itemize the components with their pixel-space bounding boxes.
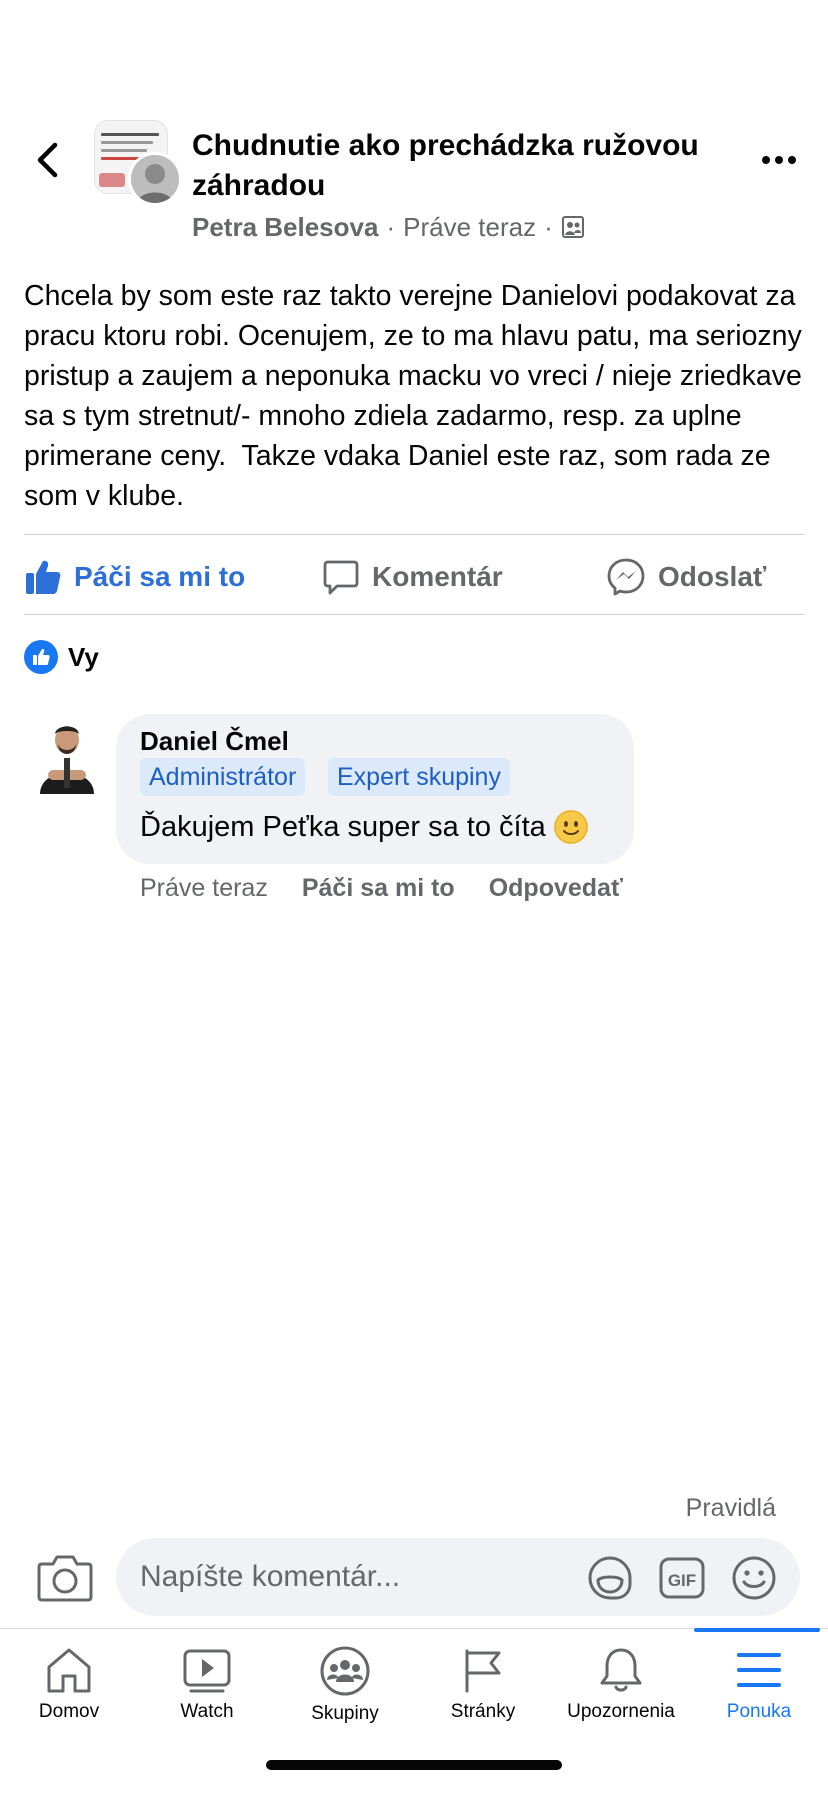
tab-pages[interactable]: Stránky bbox=[414, 1629, 552, 1749]
group-avatar[interactable] bbox=[94, 120, 182, 206]
group-privacy-icon bbox=[561, 216, 584, 238]
post-author[interactable]: Petra Belesova bbox=[192, 210, 378, 244]
meta-separator: · bbox=[544, 212, 553, 242]
emoji-button[interactable] bbox=[730, 1554, 778, 1602]
share-messenger-button[interactable]: Odoslať bbox=[606, 550, 766, 604]
groups-icon bbox=[320, 1646, 370, 1696]
tab-label: Upozornenia bbox=[567, 1701, 675, 1722]
post-time[interactable]: Práve teraz bbox=[403, 210, 536, 244]
dot-icon bbox=[762, 156, 770, 164]
active-tab-indicator bbox=[694, 1628, 820, 1632]
share-label: Odoslať bbox=[658, 561, 767, 592]
tab-home[interactable]: Domov bbox=[0, 1629, 138, 1749]
post-body-text: Chcela by som este raz takto verejne Dan… bbox=[24, 280, 810, 512]
tab-menu[interactable]: Ponuka bbox=[690, 1629, 828, 1749]
tab-label: Ponuka bbox=[726, 1701, 792, 1722]
menu-icon bbox=[737, 1653, 781, 1687]
dot-icon bbox=[775, 156, 783, 164]
tab-label: Stránky bbox=[450, 1701, 516, 1722]
divider bbox=[24, 534, 804, 535]
home-icon bbox=[47, 1648, 91, 1693]
like-button[interactable]: Páči sa mi to bbox=[24, 550, 245, 604]
dot-icon bbox=[788, 156, 796, 164]
more-options-button[interactable] bbox=[754, 140, 804, 180]
gif-button[interactable]: GIF bbox=[658, 1554, 706, 1602]
like-reaction-icon bbox=[24, 640, 58, 674]
like-label: Páči sa mi to bbox=[74, 561, 246, 592]
group-title[interactable]: Chudnutie ako prechádzka ružovou záhrado… bbox=[192, 126, 712, 206]
bell-icon bbox=[600, 1648, 642, 1692]
admin-badge: Administrátor bbox=[140, 758, 306, 796]
tab-watch[interactable]: Watch bbox=[138, 1629, 276, 1749]
comment-time: Práve teraz bbox=[140, 874, 268, 902]
reactions-label: Vy bbox=[68, 641, 99, 672]
messenger-icon bbox=[607, 558, 645, 596]
svg-text:GIF: GIF bbox=[668, 1571, 696, 1590]
gif-icon: GIF bbox=[659, 1557, 705, 1599]
tab-label: Domov bbox=[38, 1701, 100, 1722]
reactions-summary[interactable]: Vy bbox=[24, 640, 99, 674]
comment-text-content: Ďakujem Peťka super sa to číta bbox=[140, 810, 546, 843]
comment-button[interactable]: Komentár bbox=[322, 550, 503, 604]
meta-separator: · bbox=[386, 212, 396, 242]
camera-button[interactable] bbox=[36, 1552, 94, 1604]
comment-text: Ďakujem Peťka super sa to číta bbox=[140, 810, 588, 844]
slightly-smiling-face-icon bbox=[553, 810, 588, 844]
flag-icon bbox=[465, 1649, 501, 1693]
tab-label: Skupiny bbox=[311, 1703, 379, 1724]
watch-icon bbox=[183, 1649, 231, 1693]
tab-notifications[interactable]: Upozornenia bbox=[552, 1629, 690, 1749]
back-button[interactable] bbox=[28, 138, 68, 182]
emoji-icon bbox=[732, 1556, 776, 1600]
thumbs-up-icon bbox=[26, 560, 61, 594]
camera-icon bbox=[37, 1555, 93, 1602]
tab-groups[interactable]: Skupiny bbox=[276, 1629, 414, 1749]
comment-like-button[interactable]: Páči sa mi to bbox=[302, 874, 455, 903]
home-indicator[interactable] bbox=[266, 1760, 562, 1770]
commenter-name[interactable]: Daniel Čmel bbox=[140, 726, 289, 757]
chevron-left-icon bbox=[37, 142, 58, 178]
divider bbox=[24, 614, 804, 615]
post-meta: Petra Belesova · Práve teraz · bbox=[192, 210, 585, 244]
sticker-icon bbox=[588, 1556, 632, 1600]
group-expert-badge: Expert skupiny bbox=[328, 758, 510, 796]
comment-actions: Práve teraz Páči sa mi to Odpovedať bbox=[140, 874, 623, 903]
author-avatar bbox=[128, 152, 182, 206]
comment-label: Komentár bbox=[372, 561, 503, 592]
tab-label: Watch bbox=[180, 1701, 234, 1722]
sticker-button[interactable] bbox=[586, 1554, 634, 1602]
rules-link[interactable]: Pravidlá bbox=[686, 1494, 776, 1523]
comment-reply-button[interactable]: Odpovedať bbox=[489, 874, 623, 903]
comment-icon bbox=[323, 560, 359, 595]
commenter-avatar[interactable] bbox=[36, 720, 98, 794]
